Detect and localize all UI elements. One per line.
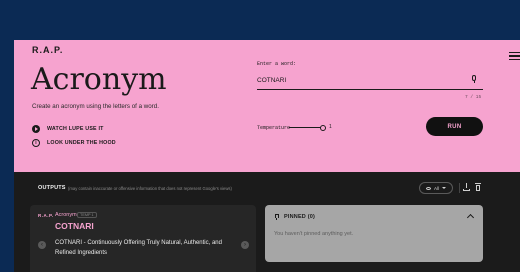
word-input[interactable] xyxy=(257,71,483,90)
temperature-label: Temperature xyxy=(257,125,291,131)
chevron-left-icon[interactable]: ‹ xyxy=(38,241,46,249)
temperature-value: 1 xyxy=(329,124,332,130)
card-temp-badge: TEMP 1 xyxy=(77,212,97,218)
page-title: Acronym xyxy=(31,62,167,97)
pinned-panel: PINNED (0) You haven't pinned anything y… xyxy=(265,205,483,262)
temperature-slider-thumb[interactable] xyxy=(320,124,326,131)
outputs-disclaimer: (may contain inaccurate or offensive inf… xyxy=(68,186,232,191)
menu-icon[interactable] xyxy=(509,52,520,60)
header-panel: R.A.P. Acronym Create an acronym using t… xyxy=(14,40,520,172)
app-frame: R.A.P. Acronym Create an acronym using t… xyxy=(14,40,520,272)
brand-logo[interactable]: R.A.P. xyxy=(32,45,63,55)
char-counter: 7 / 15 xyxy=(465,95,482,100)
page-subtitle: Create an acronym using the letters of a… xyxy=(32,103,159,110)
filter-label: All xyxy=(434,185,440,191)
card-acronym-text: COTNARI - Continuously Offering Truly Na… xyxy=(55,240,222,256)
chevron-right-icon[interactable]: › xyxy=(241,241,249,249)
eye-icon xyxy=(426,186,431,190)
card-app-name: Acronym xyxy=(55,212,77,218)
pinned-empty-message: You haven't pinned anything yet. xyxy=(274,231,354,237)
card-brand: R.A.P. xyxy=(38,213,54,218)
watch-link[interactable]: WATCH LUPE USE IT xyxy=(32,125,104,133)
output-card: R.A.P. Acronym TEMP 1 COTNARI ‹ COTNARI … xyxy=(30,205,256,272)
play-icon xyxy=(32,125,40,133)
outputs-section: OUTPUTS (may contain inaccurate or offen… xyxy=(14,172,520,272)
run-button[interactable]: RUN xyxy=(426,117,483,136)
info-icon: i xyxy=(32,139,40,147)
word-input-label: Enter a word: xyxy=(257,61,297,67)
trash-icon[interactable] xyxy=(475,183,481,191)
temperature-slider-track[interactable] xyxy=(289,127,323,128)
under-hood-link[interactable]: i LOOK UNDER THE HOOD xyxy=(32,139,116,147)
chevron-down-icon xyxy=(442,187,447,189)
pin-icon xyxy=(274,214,279,220)
pinned-title: PINNED (0) xyxy=(284,214,316,220)
watch-link-label: WATCH LUPE USE IT xyxy=(47,126,104,132)
mic-icon[interactable] xyxy=(471,75,477,84)
card-word: COTNARI xyxy=(55,221,94,231)
download-icon[interactable] xyxy=(463,183,470,192)
toolbar-divider xyxy=(459,183,460,193)
under-hood-link-label: LOOK UNDER THE HOOD xyxy=(47,140,116,146)
filter-dropdown[interactable]: All xyxy=(419,182,453,194)
chevron-up-icon[interactable] xyxy=(466,213,475,222)
outputs-title: OUTPUTS xyxy=(38,185,66,191)
